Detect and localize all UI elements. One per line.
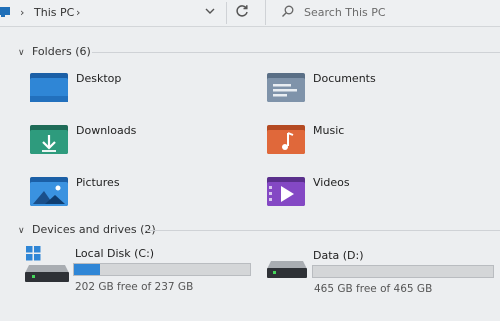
search-input[interactable]: Search This PC [265, 0, 500, 25]
search-placeholder: Search This PC [304, 6, 386, 19]
refresh-icon[interactable] [234, 3, 250, 19]
search-icon [282, 5, 294, 17]
desktop-folder-icon [30, 73, 68, 102]
music-folder-icon [267, 125, 305, 154]
drive-usage-bar [73, 263, 251, 276]
folder-label: Music [313, 124, 345, 137]
pictures-folder-icon [30, 177, 68, 206]
folder-label: Pictures [76, 176, 120, 189]
drives-group-header[interactable]: ∨ Devices and drives (2) [18, 223, 156, 236]
folder-item-music[interactable]: Music [266, 122, 466, 168]
folder-label: Videos [313, 176, 350, 189]
hard-drive-icon [267, 261, 307, 278]
drive-free-space: 465 GB free of 465 GB [314, 283, 433, 295]
folders-group-divider [92, 52, 500, 53]
breadcrumb-expand-chevron-icon[interactable]: › [76, 6, 80, 19]
folder-label: Desktop [76, 72, 122, 85]
drive-usage-fill [74, 264, 101, 275]
drives-header-label: Devices and drives (2) [32, 223, 156, 236]
breadcrumb-this-pc[interactable]: This PC [34, 6, 74, 19]
folder-item-pictures[interactable]: Pictures [29, 174, 229, 220]
collapse-chevron-icon[interactable]: ∨ [18, 226, 28, 236]
drive-usage-bar [312, 265, 494, 278]
toolbar-divider [226, 2, 227, 24]
drives-group-divider [145, 230, 500, 231]
address-toolbar: › This PC › Search This PC [0, 0, 500, 27]
folder-label: Documents [313, 72, 376, 85]
windows-drive-icon [25, 246, 69, 282]
collapse-chevron-icon[interactable]: ∨ [18, 48, 28, 58]
drive-name: Data (D:) [313, 249, 364, 262]
folder-item-videos[interactable]: Videos [266, 174, 466, 220]
folder-item-downloads[interactable]: Downloads [29, 122, 229, 168]
chevron-down-icon[interactable] [203, 4, 217, 18]
folders-group-header[interactable]: ∨ Folders (6) [18, 45, 91, 58]
folder-label: Downloads [76, 124, 137, 137]
videos-folder-icon [267, 177, 305, 206]
downloads-folder-icon [30, 125, 68, 154]
breadcrumb-chevron-icon[interactable]: › [20, 6, 24, 19]
documents-folder-icon [267, 73, 305, 102]
folder-item-desktop[interactable]: Desktop [29, 70, 229, 116]
folder-item-documents[interactable]: Documents [266, 70, 466, 116]
this-pc-icon[interactable] [0, 7, 10, 18]
folders-header-label: Folders (6) [32, 45, 91, 58]
drive-name: Local Disk (C:) [75, 247, 155, 260]
drive-free-space: 202 GB free of 237 GB [75, 281, 194, 293]
